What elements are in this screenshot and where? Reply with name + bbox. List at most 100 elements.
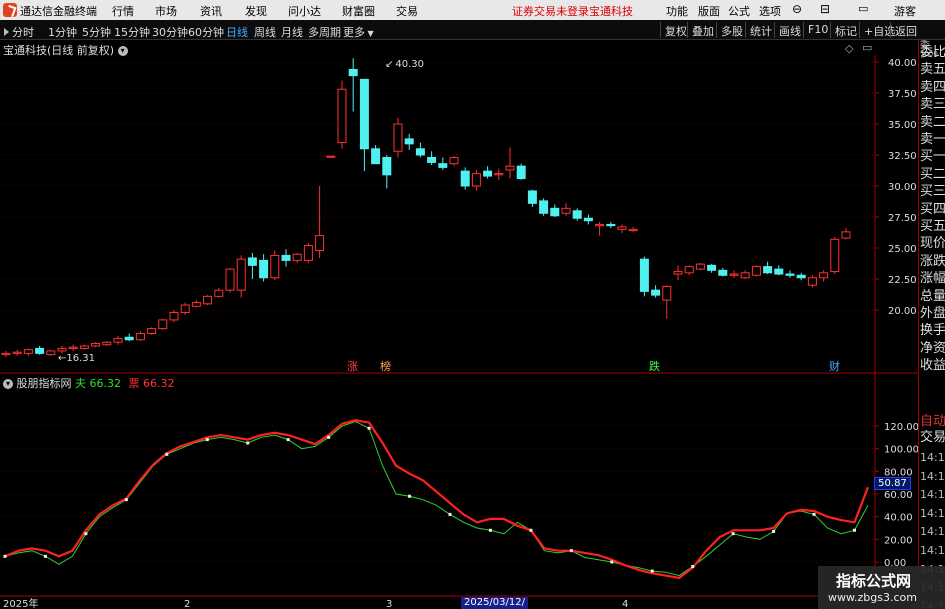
side-item[interactable]: 净资 bbox=[920, 341, 945, 357]
x-axis-labels: 2025年 2 3 4 bbox=[3, 597, 628, 609]
side-item[interactable]: 买三 bbox=[920, 184, 945, 200]
side-item[interactable]: 外盘 bbox=[920, 306, 945, 322]
main-y-ticks: 40.00 37.50 35.00 32.50 30.00 27.50 25.00 22.50… bbox=[875, 58, 917, 317]
cursor-date-box: 2025/03/12/三 bbox=[461, 597, 528, 609]
indicator-dot bbox=[650, 569, 654, 573]
candle-body bbox=[617, 226, 627, 230]
candle-body bbox=[79, 345, 89, 349]
candle-body bbox=[315, 235, 325, 251]
y-tick-label: 100.00 bbox=[884, 445, 918, 456]
side-item[interactable]: 卖一 bbox=[920, 132, 945, 148]
candle-body bbox=[348, 68, 358, 77]
candle-body bbox=[830, 238, 840, 273]
candle-body bbox=[819, 272, 829, 279]
candle-body bbox=[651, 289, 661, 296]
candle-body bbox=[807, 277, 817, 286]
low-arrow-icon: ← bbox=[58, 353, 66, 364]
candle-body bbox=[460, 170, 470, 187]
side-item[interactable]: 现价 bbox=[920, 236, 945, 252]
side-item[interactable]: 卖三 bbox=[920, 97, 945, 113]
candle-body bbox=[270, 254, 280, 279]
indicator-dot bbox=[408, 494, 412, 498]
indicator-dot bbox=[488, 528, 492, 532]
candle-body bbox=[583, 217, 593, 222]
indicator-line-green bbox=[4, 420, 869, 577]
y-tick-label: 40.00 bbox=[888, 58, 917, 69]
side-time: 14:10 bbox=[920, 544, 945, 557]
candle-body bbox=[214, 289, 224, 297]
candle-body bbox=[225, 268, 235, 291]
event-marker[interactable]: 跌 bbox=[649, 359, 660, 373]
candle-body bbox=[35, 347, 45, 354]
candle-body bbox=[1, 352, 11, 356]
candle-body bbox=[158, 319, 168, 330]
candle-body bbox=[572, 210, 582, 219]
candle-body bbox=[740, 272, 750, 279]
event-markers: 涨榜跌财 bbox=[347, 359, 840, 373]
side-item[interactable]: 换手 bbox=[920, 323, 945, 339]
indicator-dot bbox=[610, 560, 614, 564]
high-label: ↙ 40.30 bbox=[385, 59, 424, 70]
indicator-dot bbox=[529, 528, 533, 532]
candle-body bbox=[135, 333, 145, 341]
side-item[interactable]: 买一 bbox=[920, 149, 945, 165]
candle-body bbox=[236, 258, 246, 291]
indicator-dot bbox=[43, 554, 47, 558]
candle-body bbox=[382, 156, 392, 176]
side-item[interactable]: 卖五 bbox=[920, 62, 945, 78]
trade-label[interactable]: 交易 bbox=[920, 430, 945, 446]
event-marker[interactable]: 榜 bbox=[380, 359, 391, 373]
candle-body bbox=[707, 264, 717, 271]
y-tick-label: 27.50 bbox=[888, 213, 917, 224]
high-arrow-icon: ↙ bbox=[385, 59, 393, 70]
candle-body bbox=[281, 254, 291, 261]
candle-body bbox=[247, 257, 257, 266]
candle-body bbox=[785, 273, 795, 276]
side-item[interactable]: 卖二 bbox=[920, 115, 945, 131]
candle-body bbox=[438, 163, 448, 168]
candle-body bbox=[516, 165, 526, 180]
candle-body bbox=[169, 311, 179, 321]
candle-body bbox=[471, 173, 481, 187]
event-marker[interactable]: 涨 bbox=[347, 360, 358, 373]
candle-body bbox=[427, 156, 437, 163]
candle-body bbox=[561, 207, 571, 214]
candle-body bbox=[494, 173, 504, 176]
side-item[interactable]: 委比 bbox=[920, 45, 945, 61]
side-item[interactable]: 总量 bbox=[920, 289, 945, 305]
side-item[interactable]: 收益 bbox=[920, 358, 945, 374]
side-time: 14:10 bbox=[920, 488, 945, 502]
side-item[interactable]: 买四 bbox=[920, 202, 945, 218]
side-item[interactable]: 买二 bbox=[920, 167, 945, 183]
candle-body bbox=[483, 170, 493, 177]
candle-body bbox=[595, 223, 605, 227]
candle-body bbox=[359, 78, 369, 150]
candle-body bbox=[751, 266, 761, 276]
current-value-box: 50.87 bbox=[874, 477, 911, 490]
event-marker[interactable]: 财 bbox=[829, 359, 840, 373]
indicator-dot bbox=[84, 532, 88, 536]
side-item[interactable]: 卖四 bbox=[920, 80, 945, 96]
y-tick-label: 32.50 bbox=[888, 151, 917, 162]
indicator-dot bbox=[165, 452, 169, 456]
side-item[interactable]: 买五 bbox=[920, 219, 945, 235]
indicator-line-red bbox=[4, 419, 870, 580]
indicator-dot bbox=[853, 528, 857, 532]
side-item[interactable]: 涨跌 bbox=[920, 254, 945, 270]
indicator-dot bbox=[205, 438, 209, 442]
y-tick-label: 37.50 bbox=[888, 89, 917, 100]
candle-body bbox=[841, 231, 851, 239]
y-tick-label: 22.50 bbox=[888, 275, 917, 286]
watermark-url: www.zbgs3.com bbox=[828, 591, 917, 604]
candle-body bbox=[337, 88, 347, 144]
side-item[interactable]: 涨幅 bbox=[920, 271, 945, 287]
auto-label[interactable]: 自动 bbox=[920, 414, 945, 430]
chart-canvas[interactable]: 40.00 37.50 35.00 32.50 30.00 27.50 25.00 22.50… bbox=[0, 0, 918, 609]
y-tick-label: 20.00 bbox=[884, 535, 913, 546]
side-time: 14:10 bbox=[920, 506, 945, 520]
x-label-mar: 3 bbox=[386, 599, 392, 609]
candle-body bbox=[404, 138, 414, 145]
candle-body bbox=[796, 274, 806, 279]
indicator-y-ticks: 120.00100.0080.0060.0040.0020.000.00 bbox=[875, 422, 918, 569]
candle-body bbox=[292, 253, 302, 261]
